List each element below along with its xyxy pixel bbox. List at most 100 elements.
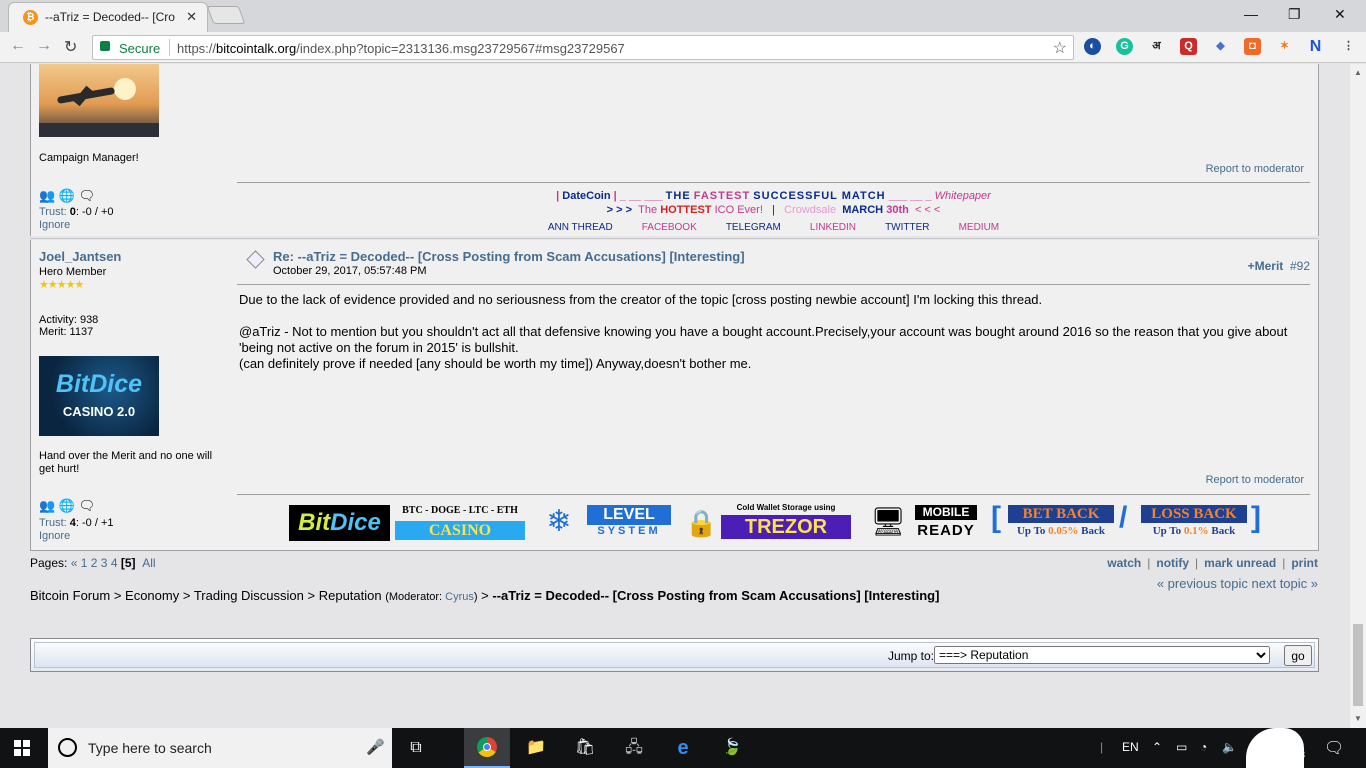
extension-orange-icon[interactable]: ◘: [1244, 38, 1261, 55]
page-link-3[interactable]: 3: [101, 556, 108, 570]
new-tab-button[interactable]: [206, 6, 246, 24]
watch-button[interactable]: watch: [1107, 556, 1141, 570]
taskbar-search-box[interactable]: Type here to search 🎤: [48, 728, 392, 768]
leaf-app-icon[interactable]: 🍃: [721, 737, 743, 759]
scroll-down-arrow-icon[interactable]: ▼: [1354, 714, 1362, 723]
microphone-icon[interactable]: 🎤: [366, 738, 385, 756]
notify-button[interactable]: notify: [1156, 556, 1189, 570]
wifi-icon[interactable]: ◔: [1200, 740, 1207, 754]
page-scrollbar[interactable]: ▲ ▼: [1350, 64, 1366, 728]
sig-ico: ICO Ever!: [714, 204, 763, 216]
store-icon[interactable]: 🛍: [574, 737, 596, 759]
breadcrumb-economy[interactable]: Economy: [125, 588, 179, 603]
report-to-moderator-link[interactable]: Report to moderator: [1206, 163, 1304, 175]
windows-start-icon[interactable]: [14, 740, 30, 756]
back-arrow-icon[interactable]: ←: [10, 37, 26, 55]
tab-close-icon[interactable]: ✕: [186, 9, 197, 25]
metamask-extension-icon[interactable]: ✶: [1276, 38, 1293, 55]
poster-name-link[interactable]: Joel_Jantsen: [39, 249, 229, 264]
chrome-menu-icon[interactable]: ⋮: [1340, 38, 1357, 55]
sig-bitdice-logo: BitDice: [289, 505, 390, 541]
user-profile-icon[interactable]: 👥: [39, 498, 55, 513]
merit-button[interactable]: +Merit: [1248, 259, 1284, 273]
sig-medium-link[interactable]: MEDIUM: [959, 222, 1000, 233]
sig-bitdice-part2: Dice: [330, 509, 381, 536]
message-bubble-icon[interactable]: 🗨: [79, 188, 96, 203]
merit-link: +Merit #92: [1248, 259, 1310, 273]
prev-next-topic-links[interactable]: « previous topic next topic »: [1157, 576, 1318, 591]
poster-activity: Activity: 938: [39, 314, 99, 326]
sig-facebook-link[interactable]: FACEBOOK: [642, 222, 697, 233]
divider: [169, 39, 170, 56]
sig-linkedin-link[interactable]: LINKEDIN: [810, 222, 856, 233]
show-hidden-icons-icon[interactable]: ⌃: [1152, 740, 1162, 754]
user-profile-icon[interactable]: 👥: [39, 188, 55, 203]
address-bar[interactable]: Secure https://bitcointalk.org/index.php…: [92, 35, 1074, 60]
jump-to-bar: Jump to: ===> Reputation go: [30, 638, 1319, 672]
all-pages-link[interactable]: All: [142, 556, 155, 570]
bitcoin-favicon-icon: ₿: [23, 10, 38, 25]
bookmark-star-icon[interactable]: ☆: [1053, 38, 1067, 58]
report-to-moderator-link[interactable]: Report to moderator: [1206, 474, 1304, 486]
page-link-1[interactable]: 1: [81, 556, 88, 570]
breadcrumb-bitcoin-forum[interactable]: Bitcoin Forum: [30, 588, 110, 603]
chrome-taskbar-icon[interactable]: [476, 737, 498, 759]
edge-browser-icon[interactable]: e: [672, 737, 694, 759]
reload-icon[interactable]: ↻: [64, 37, 77, 57]
jump-to-select[interactable]: ===> Reputation: [934, 646, 1270, 664]
datecoin-signature[interactable]: | DateCoin | _ __ ___ THE FASTEST SUCCES…: [237, 190, 1310, 235]
breadcrumb-topic[interactable]: --aTriz = Decoded-- [Cross Posting from …: [492, 588, 939, 603]
rank-stars-icon: ★★★★★: [39, 279, 84, 291]
action-center-icon[interactable]: 🗨: [1324, 738, 1344, 758]
clock-area[interactable]: [1246, 728, 1304, 768]
minimize-button[interactable]: —: [1244, 6, 1258, 22]
sig-telegram-link[interactable]: TELEGRAM: [726, 222, 781, 233]
ethereum-extension-icon[interactable]: ◆: [1212, 38, 1229, 55]
task-view-icon[interactable]: ⧉: [405, 737, 427, 759]
scroll-up-arrow-icon[interactable]: ▲: [1354, 68, 1362, 77]
sig-march: MARCH: [842, 204, 884, 216]
app-network-icon[interactable]: 🖧: [623, 737, 645, 759]
ignore-link[interactable]: Ignore: [39, 530, 229, 542]
forward-arrow-icon[interactable]: →: [36, 37, 52, 55]
moderator-link[interactable]: Cyrus: [445, 591, 474, 603]
go-button[interactable]: go: [1284, 645, 1312, 666]
page-link-4[interactable]: 4: [111, 556, 118, 570]
grammarly-extension-icon[interactable]: G: [1116, 38, 1133, 55]
trust-values: : -0 / +1: [75, 517, 114, 529]
post-number-link[interactable]: #92: [1290, 259, 1310, 273]
sig-ann-thread-link[interactable]: ANN THREAD: [548, 222, 613, 233]
browser-tab[interactable]: ₿ --aTriz = Decoded-- [Cro ✕: [8, 2, 208, 32]
sig-whitepaper-link[interactable]: Whitepaper: [935, 190, 991, 202]
volume-icon[interactable]: 🔈: [1222, 740, 1237, 754]
message-bubble-icon[interactable]: 🗨: [79, 498, 96, 513]
mark-unread-button[interactable]: mark unread: [1204, 556, 1276, 570]
website-globe-icon[interactable]: 🌐: [59, 188, 75, 203]
scrollbar-thumb[interactable]: [1353, 624, 1363, 706]
print-button[interactable]: print: [1291, 556, 1318, 570]
quora-extension-icon[interactable]: Q: [1180, 38, 1197, 55]
sig-twitter-link[interactable]: TWITTER: [885, 222, 929, 233]
extension-globe-icon[interactable]: ◐: [1084, 38, 1101, 55]
ignore-link[interactable]: Ignore: [39, 219, 229, 231]
sig-bet-back-banner: BET BACK: [1008, 505, 1114, 523]
post-header-divider: [237, 284, 1310, 285]
topic-actions: watch | notify | mark unread | print: [1107, 556, 1318, 570]
language-indicator[interactable]: EN: [1122, 740, 1139, 754]
hindi-input-extension-icon[interactable]: अ: [1148, 38, 1165, 55]
battery-icon[interactable]: ▭: [1176, 740, 1187, 754]
sig-arrows: > > >: [606, 204, 633, 216]
close-window-button[interactable]: ✕: [1334, 6, 1346, 23]
file-explorer-icon[interactable]: 📁: [525, 737, 547, 759]
n-extension-icon[interactable]: N: [1307, 38, 1324, 55]
website-globe-icon[interactable]: 🌐: [59, 498, 75, 513]
prev-page-link[interactable]: «: [71, 556, 78, 570]
sig-pipe: |: [613, 190, 617, 202]
restore-button[interactable]: ❐: [1288, 6, 1301, 23]
post-title-link[interactable]: Re: --aTriz = Decoded-- [Cross Posting f…: [273, 249, 745, 264]
page-link-2[interactable]: 2: [91, 556, 98, 570]
breadcrumb-reputation[interactable]: Reputation: [319, 588, 382, 603]
post-paragraph: (can definitely prove if needed [any sho…: [239, 356, 752, 371]
sig-crowdsale: Crowdsale: [784, 204, 837, 216]
breadcrumb-trading-discussion[interactable]: Trading Discussion: [194, 588, 304, 603]
